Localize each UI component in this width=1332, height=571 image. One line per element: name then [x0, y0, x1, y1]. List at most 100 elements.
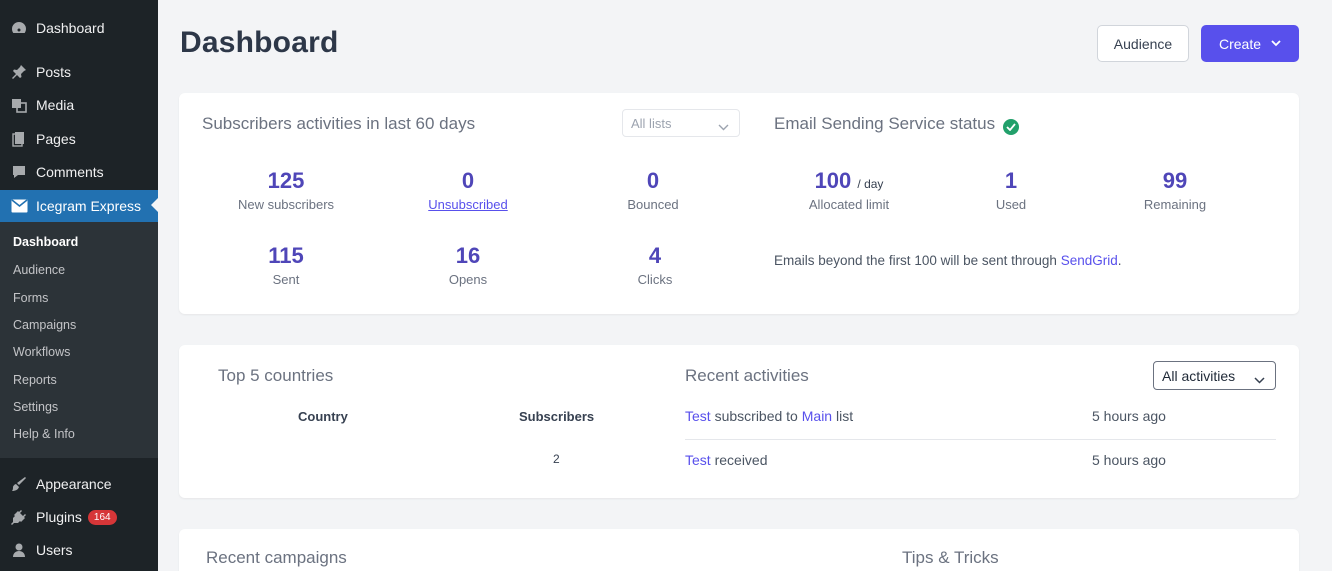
create-button-label: Create — [1218, 35, 1262, 52]
media-icon — [10, 96, 28, 114]
chevron-down-icon — [1271, 40, 1281, 47]
submenu-workflows[interactable]: Workflows — [13, 345, 70, 359]
user-icon — [10, 541, 28, 559]
email-service-note: Emails beyond the first 100 will be sent… — [774, 253, 1122, 268]
subscribers-activity-title: Subscribers activities in last 60 days — [202, 114, 476, 133]
activity-row: Test received 5 hours ago — [685, 439, 1276, 483]
pin-icon — [10, 63, 28, 81]
create-button[interactable]: Create — [1201, 25, 1299, 62]
submenu-campaigns[interactable]: Campaigns — [13, 318, 76, 332]
stat-unsubscribed: 0 Unsubscribed — [388, 168, 548, 212]
sidebar-item-label: Icegram Express — [36, 198, 142, 214]
recent-campaigns-title: Recent campaigns — [206, 548, 347, 567]
activity-verb: subscribed to — [714, 408, 798, 424]
stat-label: New subscribers — [237, 197, 335, 212]
stat-used: 1 Used — [931, 168, 1091, 212]
sidebar-item-dashboard[interactable]: Dashboard — [0, 13, 158, 43]
stat-value: 115 — [268, 243, 304, 268]
sidebar-item-posts[interactable]: Posts — [0, 57, 158, 87]
submenu-reports[interactable]: Reports — [13, 373, 57, 387]
sendgrid-link[interactable]: SendGrid — [1061, 253, 1118, 268]
activity-time: 5 hours ago — [1092, 452, 1166, 468]
contact-link[interactable]: Test — [685, 408, 711, 424]
sidebar-item-label: Pages — [36, 131, 76, 147]
sidebar-item-label: Plugins — [36, 509, 82, 525]
stat-label: Clicks — [637, 272, 673, 287]
brush-icon — [10, 475, 28, 493]
check-circle-icon — [1003, 119, 1020, 135]
country-column-header: Country — [298, 409, 348, 424]
stat-label: Allocated limit — [808, 197, 890, 212]
pages-icon — [10, 130, 28, 148]
stat-remaining: 99 Remaining — [1095, 168, 1255, 212]
stat-value: 125 — [267, 168, 305, 193]
stat-label: Opens — [448, 272, 488, 287]
email-service-title-text: Email Sending Service status — [774, 114, 996, 133]
submenu-audience[interactable]: Audience — [13, 263, 65, 277]
submenu-forms[interactable]: Forms — [13, 291, 48, 305]
sidebar-item-label: Posts — [36, 64, 72, 80]
list-link[interactable]: Main — [802, 408, 832, 424]
sidebar-item-label: Appearance — [36, 476, 112, 492]
sidebar-item-comments[interactable]: Comments — [0, 157, 158, 187]
stat-value: 0 — [646, 168, 660, 193]
stat-unit: / day — [857, 177, 884, 191]
recent-activities-title: Recent activities — [685, 366, 809, 385]
comment-icon — [10, 163, 28, 181]
activity-verb: received — [714, 452, 768, 468]
activity-row: Test subscribed to Main list 5 hours ago — [685, 395, 1276, 439]
subscribers-column-header: Subscribers — [519, 409, 595, 424]
audience-button[interactable]: Audience — [1097, 25, 1189, 62]
note-suffix: . — [1117, 253, 1122, 268]
subscribers-count-cell: 2 — [553, 452, 560, 466]
activities-filter-select[interactable]: All activities — [1153, 361, 1276, 390]
activity-suffix: list — [836, 408, 854, 424]
stat-allocated-limit: 100 / day Allocated limit — [769, 168, 929, 212]
stat-label: Remaining — [1143, 197, 1207, 212]
countries-activities-card: Top 5 countries Country Subscribers 2 Re… — [179, 345, 1299, 498]
stat-value: 100 — [814, 168, 852, 193]
activity-text: Test received — [685, 452, 768, 468]
plug-icon — [10, 508, 28, 526]
stat-label: Bounced — [627, 197, 679, 212]
tips-tricks-title: Tips & Tricks — [902, 548, 999, 567]
stat-bounced: 0 Bounced — [573, 168, 733, 212]
stat-value: 99 — [1162, 168, 1188, 193]
stat-label: Used — [995, 197, 1027, 212]
sidebar-item-users[interactable]: Users — [0, 535, 158, 565]
stat-value: 0 — [461, 168, 475, 193]
chevron-down-icon — [1254, 371, 1265, 387]
unsubscribed-link[interactable]: Unsubscribed — [388, 197, 548, 212]
submenu-dashboard[interactable]: Dashboard — [13, 235, 78, 249]
activity-time: 5 hours ago — [1092, 408, 1166, 424]
note-text: Emails beyond the first 100 will be sent… — [774, 253, 1057, 268]
submenu-help-info[interactable]: Help & Info — [13, 427, 75, 441]
envelope-icon — [10, 197, 28, 215]
activity-text: Test subscribed to Main list — [685, 408, 853, 424]
stat-opens: 16 Opens — [388, 243, 548, 287]
stats-card: Subscribers activities in last 60 days A… — [179, 93, 1299, 314]
stat-value-allocated: 100 / day — [769, 168, 929, 194]
stat-sent: 115 Sent — [206, 243, 366, 287]
stat-value: 16 — [455, 243, 481, 268]
sidebar-item-appearance[interactable]: Appearance — [0, 469, 158, 499]
campaigns-tips-card: Recent campaigns Tips & Tricks — [179, 529, 1299, 571]
sidebar-item-label: Users — [36, 542, 73, 558]
stat-label: Sent — [272, 272, 300, 287]
top-countries-title: Top 5 countries — [218, 366, 334, 385]
stat-new-subscribers: 125 New subscribers — [206, 168, 366, 212]
submenu-settings[interactable]: Settings — [13, 400, 58, 414]
lists-filter-select[interactable]: All lists — [622, 109, 740, 137]
sidebar-item-pages[interactable]: Pages — [0, 124, 158, 154]
sidebar-item-media[interactable]: Media — [0, 90, 158, 120]
chevron-down-icon — [718, 119, 729, 134]
sidebar-item-plugins[interactable]: Plugins 164 — [0, 502, 158, 532]
sidebar-item-label: Dashboard — [36, 20, 105, 36]
icegram-submenu: Dashboard Audience Forms Campaigns Workf… — [0, 222, 158, 458]
sidebar-item-label: Media — [36, 97, 75, 113]
contact-link[interactable]: Test — [685, 452, 711, 468]
admin-sidebar: Dashboard Posts Media Pages Comments Ice… — [0, 0, 158, 571]
gauge-icon — [10, 19, 28, 37]
sidebar-item-icegram-express[interactable]: Icegram Express — [0, 190, 158, 222]
plugins-update-badge: 164 — [87, 509, 117, 525]
